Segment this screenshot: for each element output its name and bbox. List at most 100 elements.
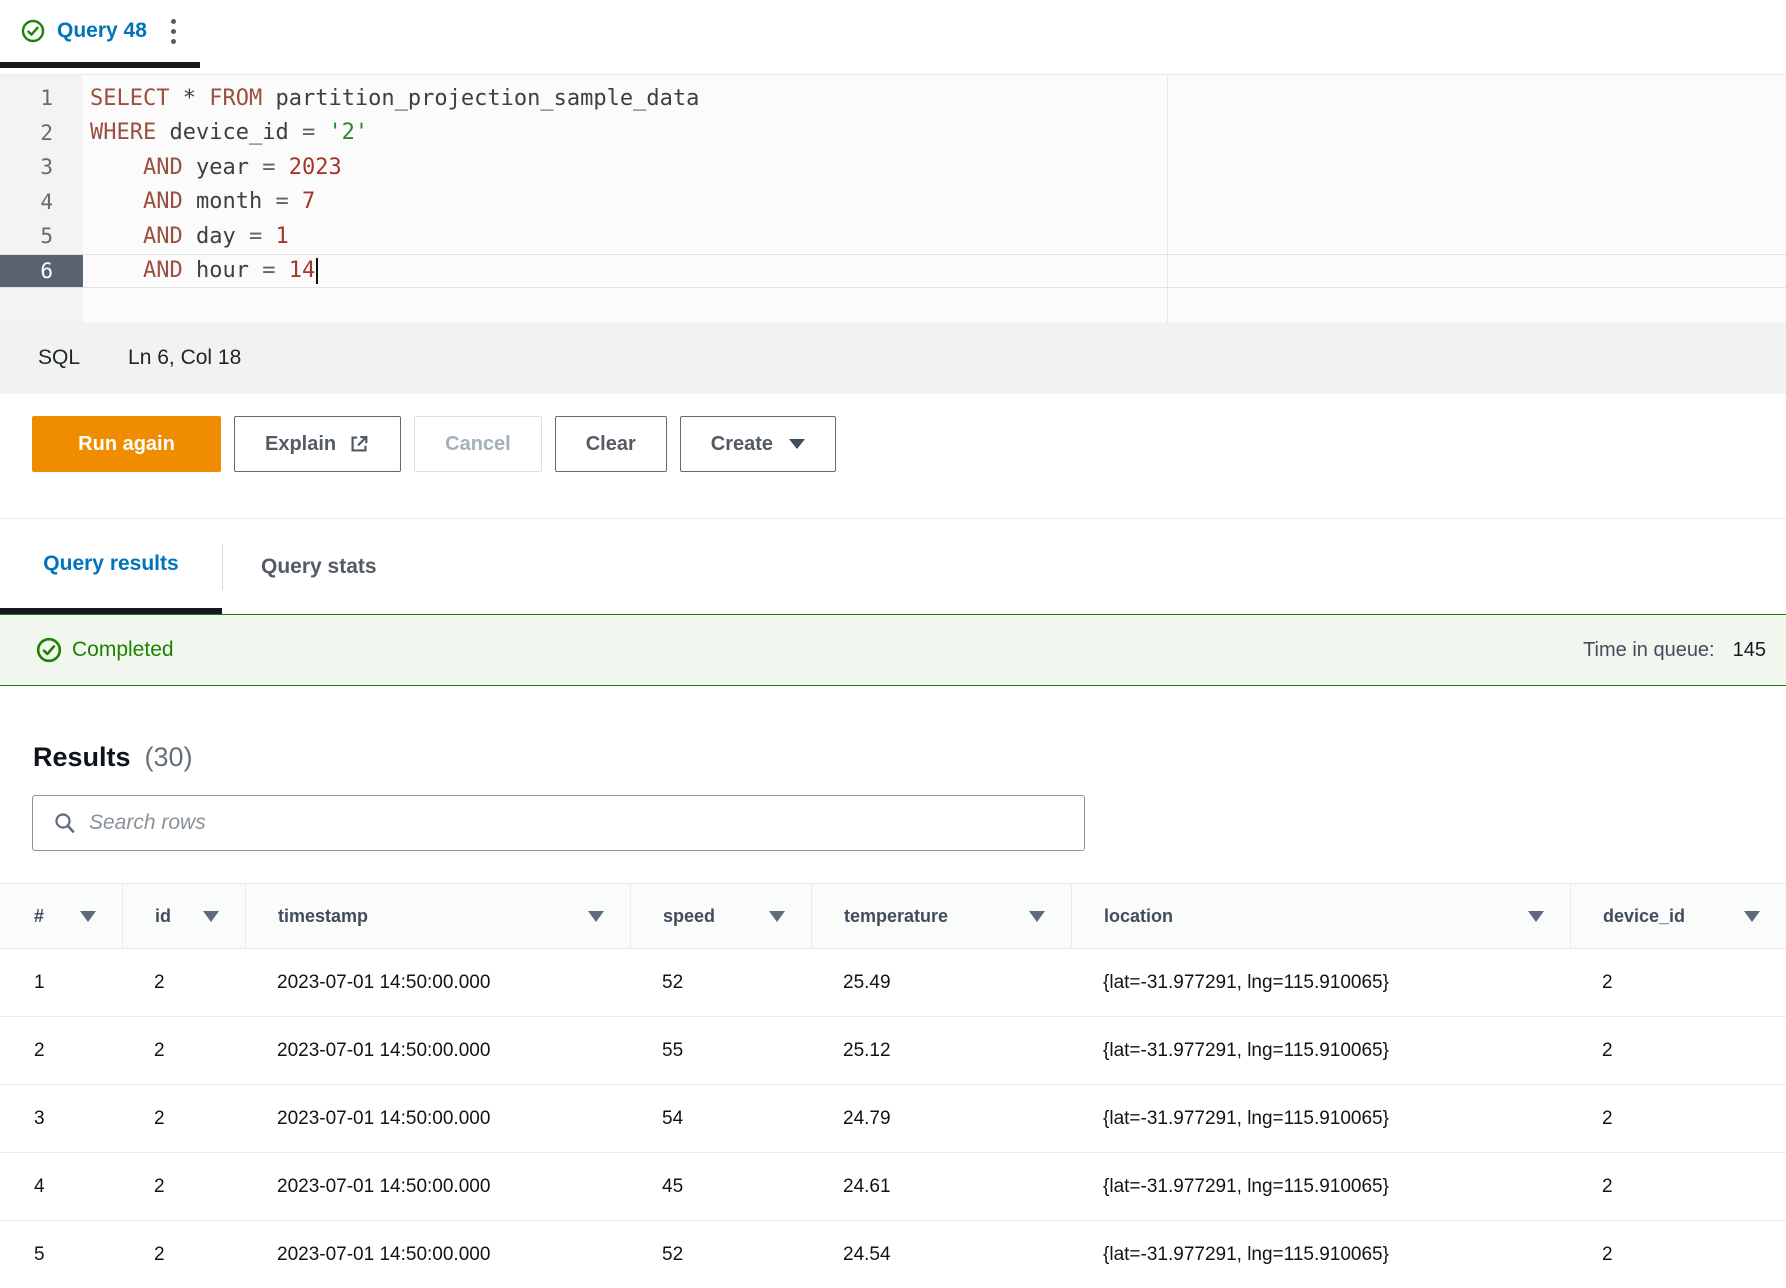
tab-query-stats[interactable]: Query stats (223, 519, 415, 614)
column-header-row-number[interactable]: # (0, 884, 122, 948)
run-again-button[interactable]: Run again (32, 416, 221, 472)
table-cell: {lat=-31.977291, lng=115.910065} (1071, 1017, 1570, 1084)
tab-kebab-menu-icon[interactable] (167, 15, 180, 48)
column-label: temperature (844, 906, 948, 927)
line-number: 1 (0, 81, 83, 116)
completed-check-icon (36, 637, 62, 663)
table-body: 122023-07-01 14:50:00.0005225.49{lat=-31… (0, 949, 1786, 1288)
code-text: AND year = 2023 (83, 155, 342, 180)
table-cell: 2 (0, 1017, 122, 1084)
results-tab-bar: Query results Query stats (0, 519, 1786, 614)
time-in-queue-value: 145 (1733, 639, 1766, 662)
sort-caret-icon[interactable] (588, 911, 604, 922)
editor-lines: 1SELECT * FROM partition_projection_samp… (0, 75, 1786, 288)
sort-caret-icon[interactable] (1528, 911, 1544, 922)
table-cell: 2023-07-01 14:50:00.000 (245, 949, 630, 1016)
explain-button-label: Explain (265, 433, 336, 456)
line-number: 6 (0, 255, 83, 288)
table-cell: 2023-07-01 14:50:00.000 (245, 1085, 630, 1152)
column-label: id (155, 906, 171, 927)
table-cell: 25.49 (811, 949, 1071, 1016)
column-header-speed[interactable]: speed (630, 884, 811, 948)
column-label: speed (663, 906, 715, 927)
line-number: 5 (0, 219, 83, 254)
table-cell: {lat=-31.977291, lng=115.910065} (1071, 1221, 1570, 1288)
table-cell: 2 (1570, 1085, 1786, 1152)
sort-caret-icon[interactable] (1029, 911, 1045, 922)
sort-caret-icon[interactable] (769, 911, 785, 922)
query-status-banner: Completed Time in queue: 145 (0, 614, 1786, 686)
sort-caret-icon[interactable] (1744, 911, 1760, 922)
table-row-2: 222023-07-01 14:50:00.0005525.12{lat=-31… (0, 1017, 1786, 1085)
clear-button[interactable]: Clear (555, 416, 667, 472)
results-table: # id timestamp speed temperature locationdevi… (0, 883, 1786, 1288)
table-row-1: 122023-07-01 14:50:00.0005225.49{lat=-31… (0, 949, 1786, 1017)
table-row-5: 522023-07-01 14:50:00.0005224.54{lat=-31… (0, 1221, 1786, 1288)
table-cell: 24.54 (811, 1221, 1071, 1288)
table-cell: {lat=-31.977291, lng=115.910065} (1071, 1153, 1570, 1220)
cancel-button[interactable]: Cancel (414, 416, 542, 472)
editor-line-2[interactable]: 2WHERE device_id = '2' (0, 116, 1786, 151)
code-text: AND month = 7 (83, 189, 315, 214)
table-cell: 24.61 (811, 1153, 1071, 1220)
table-cell: 55 (630, 1017, 811, 1084)
column-header-device_id[interactable]: device_id (1570, 884, 1786, 948)
sort-caret-icon[interactable] (80, 911, 96, 922)
table-cell: 3 (0, 1085, 122, 1152)
results-heading: Results (30) (33, 742, 1786, 776)
line-number: 4 (0, 185, 83, 220)
results-count: (30) (145, 742, 193, 773)
language-mode-label: SQL (38, 346, 80, 370)
query-tab[interactable]: Query 48 (0, 0, 200, 68)
chevron-down-icon (789, 439, 805, 449)
table-cell: 2 (122, 1085, 245, 1152)
search-rows-input[interactable] (89, 811, 1068, 835)
line-number: 3 (0, 150, 83, 185)
column-header-timestamp[interactable]: timestamp (245, 884, 630, 948)
sql-editor[interactable]: 1SELECT * FROM partition_projection_samp… (0, 74, 1786, 322)
code-text: AND hour = 14 (83, 258, 318, 284)
table-cell: 2 (1570, 949, 1786, 1016)
results-title: Results (33, 742, 131, 773)
editor-line-1[interactable]: 1SELECT * FROM partition_projection_samp… (0, 81, 1786, 116)
table-cell: 2 (122, 1017, 245, 1084)
explain-button[interactable]: Explain (234, 416, 401, 472)
query-success-check-icon (21, 19, 45, 43)
table-cell: 2 (1570, 1153, 1786, 1220)
status-badge: Completed (72, 638, 174, 662)
create-button[interactable]: Create (680, 416, 836, 472)
table-cell: 25.12 (811, 1017, 1071, 1084)
table-cell: 24.79 (811, 1085, 1071, 1152)
cursor-position-label: Ln 6, Col 18 (128, 346, 241, 370)
column-header-temperature[interactable]: temperature (811, 884, 1071, 948)
column-header-id[interactable]: id (122, 884, 245, 948)
query-actions: Run again Explain Cancel Clear Create (32, 416, 1786, 472)
text-cursor (316, 258, 318, 284)
column-label: timestamp (278, 906, 368, 927)
sort-caret-icon[interactable] (203, 911, 219, 922)
editor-line-6[interactable]: 6 AND hour = 14 (0, 254, 1786, 289)
table-cell: 2 (122, 1221, 245, 1288)
table-cell: 2 (1570, 1017, 1786, 1084)
external-link-icon (348, 433, 370, 455)
code-text: SELECT * FROM partition_projection_sampl… (83, 86, 699, 111)
table-cell: 52 (630, 949, 811, 1016)
table-header-row: # id timestamp speed temperature locationdevi… (0, 883, 1786, 949)
table-row-4: 422023-07-01 14:50:00.0004524.61{lat=-31… (0, 1153, 1786, 1221)
table-cell: 54 (630, 1085, 811, 1152)
tab-query-results[interactable]: Query results (0, 519, 222, 614)
table-cell: 52 (630, 1221, 811, 1288)
editor-line-4[interactable]: 4 AND month = 7 (0, 185, 1786, 220)
column-header-location[interactable]: location (1071, 884, 1570, 948)
create-button-label: Create (711, 433, 773, 456)
code-text: AND day = 1 (83, 224, 289, 249)
editor-line-3[interactable]: 3 AND year = 2023 (0, 150, 1786, 185)
query-tab-label: Query 48 (57, 19, 147, 43)
query-tab-bar: Query 48 (0, 0, 1786, 68)
table-cell: 2023-07-01 14:50:00.000 (245, 1153, 630, 1220)
editor-line-5[interactable]: 5 AND day = 1 (0, 219, 1786, 254)
table-cell: 5 (0, 1221, 122, 1288)
code-text: WHERE device_id = '2' (83, 120, 368, 145)
search-icon (53, 811, 77, 835)
table-cell: 2 (1570, 1221, 1786, 1288)
